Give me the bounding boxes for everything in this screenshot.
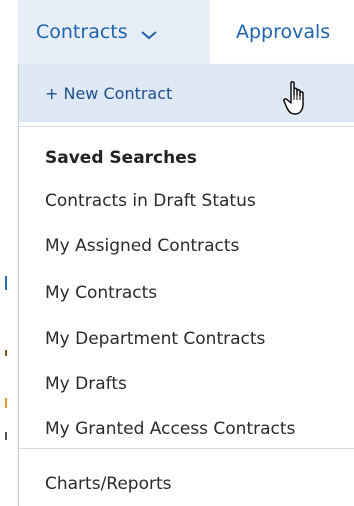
edge-artifact (5, 432, 7, 440)
page: Contracts Approvals + New Contract Saved… (0, 0, 354, 506)
menu-item-my-contracts[interactable]: My Contracts (45, 283, 157, 303)
edge-artifact (5, 276, 7, 290)
contracts-dropdown-menu: + New Contract Saved Searches Contracts … (18, 64, 354, 506)
nav-approvals-label: Approvals (236, 21, 331, 43)
nav-contracts-label: Contracts (36, 21, 128, 43)
edge-artifact (5, 350, 7, 356)
edge-artifact (5, 398, 7, 408)
menu-divider (19, 448, 354, 449)
menu-item-contracts-draft-status[interactable]: Contracts in Draft Status (45, 191, 256, 211)
menu-item-charts-reports[interactable]: Charts/Reports (45, 474, 172, 494)
menu-item-my-assigned-contracts[interactable]: My Assigned Contracts (45, 236, 239, 256)
top-navigation: Contracts Approvals (0, 0, 354, 64)
nav-approvals-menu[interactable]: Approvals (236, 0, 330, 64)
nav-contracts-menu[interactable]: Contracts (18, 0, 210, 64)
chevron-down-icon (140, 25, 158, 40)
hand-pointer-cursor-icon (282, 80, 310, 118)
menu-item-my-granted-access-contracts[interactable]: My Granted Access Contracts (45, 419, 295, 439)
new-contract-label: + New Contract (45, 83, 173, 103)
menu-item-my-drafts[interactable]: My Drafts (45, 374, 127, 394)
menu-divider (19, 126, 354, 127)
menu-item-my-department-contracts[interactable]: My Department Contracts (45, 329, 265, 349)
saved-searches-heading: Saved Searches (45, 148, 197, 168)
